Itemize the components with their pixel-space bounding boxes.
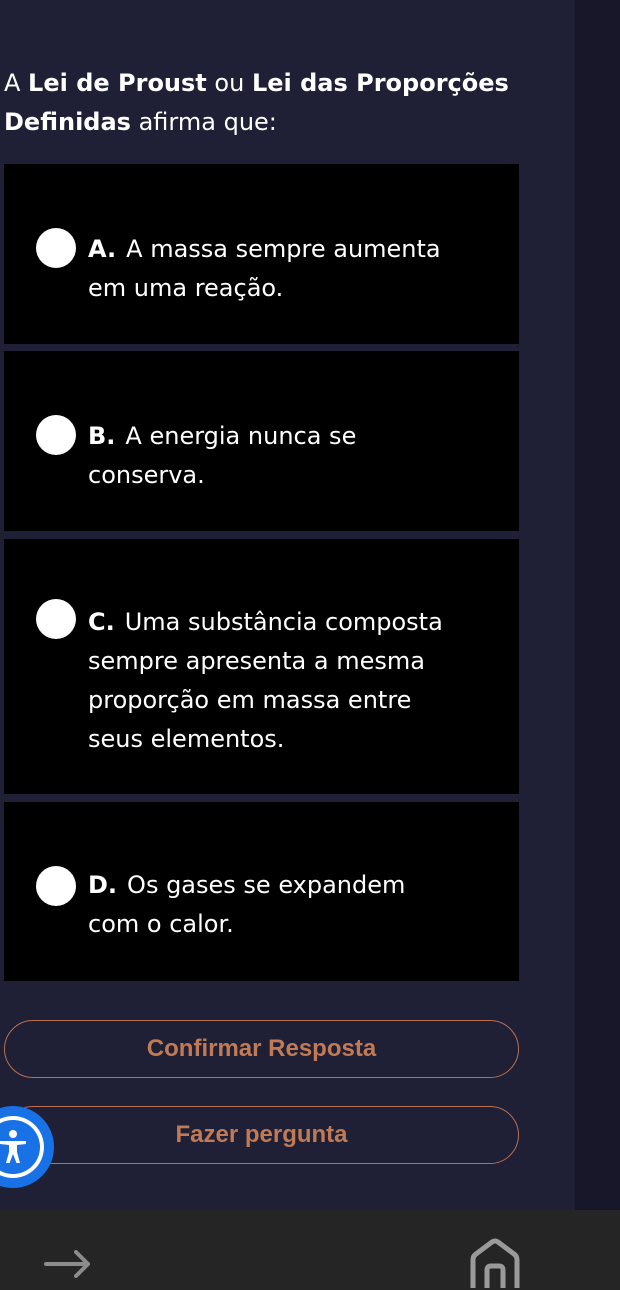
arrow-right-icon[interactable] [38, 1244, 98, 1284]
option-letter: B. [88, 422, 116, 450]
accessibility-icon [0, 1120, 40, 1174]
home-icon[interactable] [465, 1238, 525, 1288]
ask-question-button[interactable]: Fazer pergunta [4, 1106, 519, 1164]
confirm-answer-button[interactable]: Confirmar Resposta [4, 1020, 519, 1078]
radio-button-c[interactable] [36, 599, 76, 639]
question-term-1: Lei de Proust [28, 69, 207, 97]
question-prefix: A [4, 69, 29, 97]
answer-option-d[interactable]: D. Os gases se expandem com o calor. [4, 802, 519, 981]
accessibility-button[interactable] [0, 1106, 54, 1188]
answer-option-a[interactable]: A. A massa sempre aumenta em uma reação. [4, 164, 519, 344]
option-letter: A. [88, 235, 117, 263]
option-label: A massa sempre aumenta em uma reação. [88, 235, 441, 302]
answer-option-b[interactable]: B. A energia nunca se conserva. [4, 351, 519, 531]
option-label: Uma substância composta sempre apresenta… [88, 608, 443, 753]
question-text: A Lei de Proust ou Lei das Proporções De… [4, 64, 564, 142]
answer-option-b-text: B. A energia nunca se conserva. [88, 417, 448, 495]
question-suffix: afirma que: [130, 108, 277, 136]
radio-button-d[interactable] [36, 866, 76, 906]
side-panel-strip [575, 0, 620, 1210]
option-label: Os gases se expandem com o calor. [88, 871, 406, 938]
radio-button-a[interactable] [36, 228, 76, 268]
answer-option-a-text: A. A massa sempre aumenta em uma reação. [88, 230, 448, 308]
option-letter: D. [88, 871, 118, 899]
answer-option-c[interactable]: C. Uma substância composta sempre apresen… [4, 539, 519, 794]
bottom-navigation-bar [0, 1210, 620, 1290]
option-letter: C. [88, 608, 115, 636]
question-connector: ou [206, 69, 252, 97]
radio-button-b[interactable] [36, 415, 76, 455]
answer-option-c-text: C. Uma substância composta sempre apresen… [88, 603, 448, 759]
option-label: A energia nunca se conserva. [88, 422, 357, 489]
answer-option-d-text: D. Os gases se expandem com o calor. [88, 866, 448, 944]
